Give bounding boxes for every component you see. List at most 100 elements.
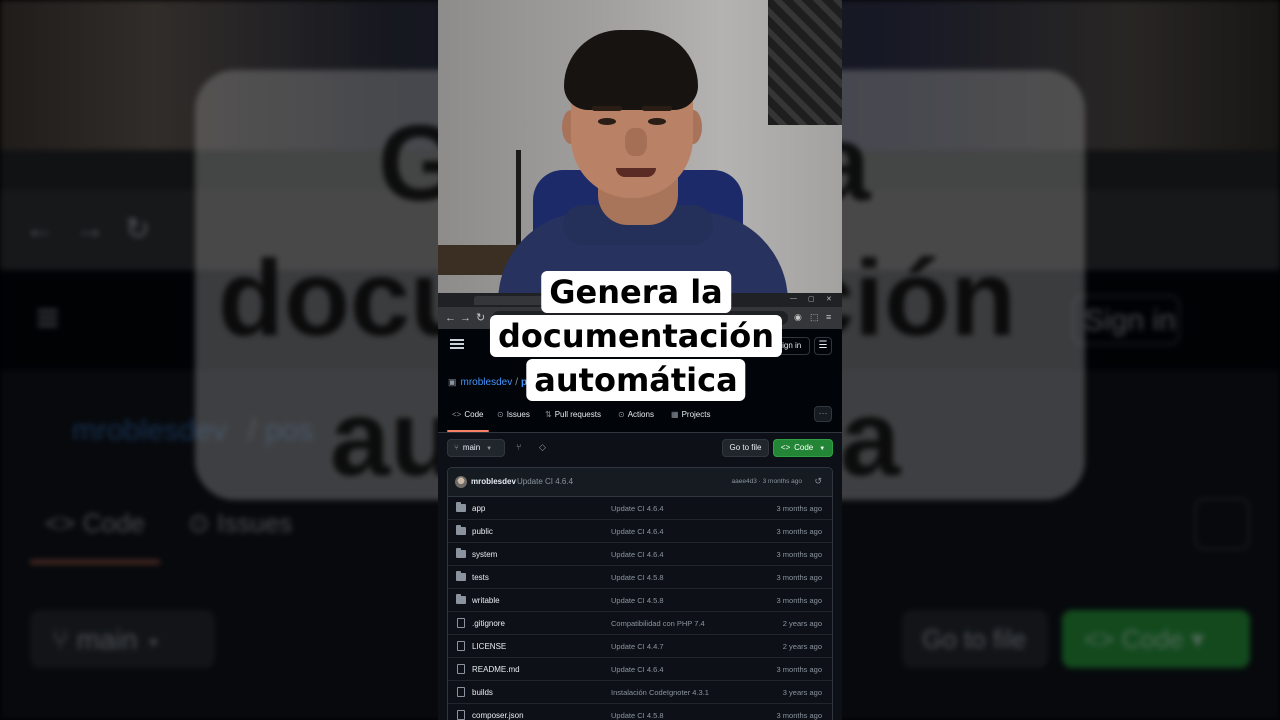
reload-icon[interactable]: ↻	[476, 312, 485, 324]
file-age: 3 months ago	[776, 596, 822, 605]
repo-icon: ▣	[448, 377, 457, 387]
file-name[interactable]: composer.json	[472, 711, 524, 720]
file-commit-message[interactable]: Update CI 4.5.8	[611, 596, 664, 605]
file-name[interactable]: builds	[472, 688, 493, 697]
maximize-icon[interactable]: ▢	[808, 295, 815, 303]
code-dropdown-button[interactable]: <> Code ▼	[773, 439, 833, 457]
file-commit-message[interactable]: Update CI 4.4.7	[611, 642, 664, 651]
file-commit-message[interactable]: Update CI 4.6.4	[611, 550, 664, 559]
avatar[interactable]	[455, 476, 467, 488]
tab-issues-label: Issues	[506, 410, 530, 419]
file-age: 3 months ago	[776, 665, 822, 674]
file-name[interactable]: tests	[472, 573, 489, 582]
file-name[interactable]: writable	[472, 596, 500, 605]
file-icon	[457, 618, 465, 628]
arrow-left-icon[interactable]: ←	[445, 312, 456, 324]
branch-selector[interactable]: ⑂ main ▼	[447, 439, 505, 457]
tab-pull-requests-label: Pull requests	[554, 410, 601, 419]
caption-line-3: automática	[526, 359, 746, 401]
file-commit-message[interactable]: Compatibilidad con PHP 7.4	[611, 619, 705, 628]
tab-projects[interactable]: ▦ Projects	[671, 410, 710, 419]
file-icon	[457, 664, 465, 674]
go-to-file-button[interactable]: Go to file	[722, 439, 769, 457]
presenter-hair	[564, 30, 698, 110]
active-tab-underline	[447, 430, 489, 432]
acoustic-panel	[768, 0, 842, 125]
folder-icon	[456, 548, 466, 558]
file-age: 2 years ago	[782, 619, 822, 628]
arrow-right-icon[interactable]: →	[460, 312, 471, 324]
table-row[interactable]: writable Update CI 4.5.8 3 months ago	[448, 589, 832, 612]
file-icon	[457, 687, 465, 697]
sliders-icon[interactable]: ☰	[814, 337, 832, 355]
tag-icon[interactable]: ◇	[539, 442, 546, 453]
file-commit-message[interactable]: Update CI 4.6.4	[611, 504, 664, 513]
code-button-label: Code	[794, 443, 814, 452]
presenter-brow-right	[642, 106, 672, 111]
file-age: 3 months ago	[776, 711, 822, 720]
folder-icon	[456, 525, 466, 535]
table-row[interactable]: public Update CI 4.6.4 3 months ago	[448, 520, 832, 543]
file-list: app Update CI 4.6.4 3 months ago public Upda…	[448, 497, 832, 720]
table-row[interactable]: system Update CI 4.6.4 3 months ago	[448, 543, 832, 566]
table-row[interactable]: .gitignore Compatibilidad con PHP 7.4 2 ye…	[448, 612, 832, 635]
commit-author[interactable]: mroblesdev	[471, 477, 516, 486]
projects-icon: ▦	[671, 410, 679, 419]
file-table: mroblesdev Update CI 4.6.4 aaee4d3 · 3 m…	[447, 467, 833, 720]
tab-code[interactable]: <> Code	[452, 410, 483, 419]
tab-projects-label: Projects	[681, 410, 711, 419]
folder-icon	[456, 502, 466, 512]
presenter-nose	[625, 128, 647, 156]
commit-meta[interactable]: aaee4d3 · 3 months ago	[732, 478, 802, 485]
file-commit-message[interactable]: Update CI 4.5.8	[611, 711, 664, 720]
minimize-icon[interactable]: —	[790, 295, 797, 302]
file-commit-message[interactable]: Update CI 4.5.8	[611, 573, 664, 582]
tab-actions[interactable]: ⊙ Actions	[618, 410, 654, 419]
caption-line-1: Genera la	[541, 271, 731, 313]
tab-issues[interactable]: ⊙ Issues	[497, 410, 530, 419]
table-row[interactable]: README.md Update CI 4.6.4 3 months ago	[448, 658, 832, 681]
presenter-video	[438, 0, 842, 300]
table-row[interactable]: builds Instalación CodeIgnoter 4.3.1 3 yea…	[448, 681, 832, 704]
caption-overlay: Genera la documentación automática	[489, 268, 783, 408]
pull-request-icon: ⇅	[545, 410, 552, 419]
file-name[interactable]: README.md	[472, 665, 520, 674]
file-commit-message[interactable]: Update CI 4.6.4	[611, 665, 664, 674]
file-icon	[457, 710, 465, 720]
profile-icon[interactable]: ◉	[794, 312, 802, 323]
file-name[interactable]: app	[472, 504, 485, 513]
tab-code-label: Code	[464, 410, 484, 419]
table-row[interactable]: app Update CI 4.6.4 3 months ago	[448, 497, 832, 520]
table-row[interactable]: tests Update CI 4.5.8 3 months ago	[448, 566, 832, 589]
tab-pull-requests[interactable]: ⇅ Pull requests	[545, 410, 601, 419]
latest-commit-bar: mroblesdev Update CI 4.6.4 aaee4d3 · 3 m…	[448, 468, 832, 497]
presenter-eye-right	[648, 118, 666, 125]
extensions-icon[interactable]: ⬚	[810, 312, 819, 323]
file-name[interactable]: public	[472, 527, 493, 536]
folder-icon	[456, 571, 466, 581]
repo-toolbar: ⑂ main ▼ ⑂ ◇ Go to file <> Code ▼	[438, 433, 842, 463]
more-tabs-button[interactable]: ···	[814, 406, 832, 422]
history-icon[interactable]: ↺	[814, 476, 822, 487]
chevron-down-icon: ▼	[486, 446, 493, 452]
menu-icon[interactable]: ≡	[826, 312, 831, 322]
presenter-brow-left	[592, 106, 622, 111]
table-row[interactable]: composer.json Update CI 4.5.8 3 months ago	[448, 704, 832, 720]
branches-icon[interactable]: ⑂	[516, 442, 521, 452]
file-name[interactable]: LICENSE	[472, 642, 506, 651]
close-icon[interactable]: ✕	[826, 295, 832, 303]
file-commit-message[interactable]: Instalación CodeIgnoter 4.3.1	[611, 688, 709, 697]
code-icon: <>	[780, 443, 791, 452]
file-name[interactable]: system	[472, 550, 497, 559]
file-name[interactable]: .gitignore	[472, 619, 505, 628]
file-commit-message[interactable]: Update CI 4.6.4	[611, 527, 664, 536]
hamburger-menu-icon[interactable]	[450, 339, 464, 349]
file-age: 3 months ago	[776, 550, 822, 559]
commit-message[interactable]: Update CI 4.6.4	[517, 477, 573, 486]
folder-icon	[456, 594, 466, 604]
file-age: 3 months ago	[776, 504, 822, 513]
file-age: 3 years ago	[782, 688, 822, 697]
presenter-eye-left	[598, 118, 616, 125]
file-age: 2 years ago	[782, 642, 822, 651]
table-row[interactable]: LICENSE Update CI 4.4.7 2 years ago	[448, 635, 832, 658]
